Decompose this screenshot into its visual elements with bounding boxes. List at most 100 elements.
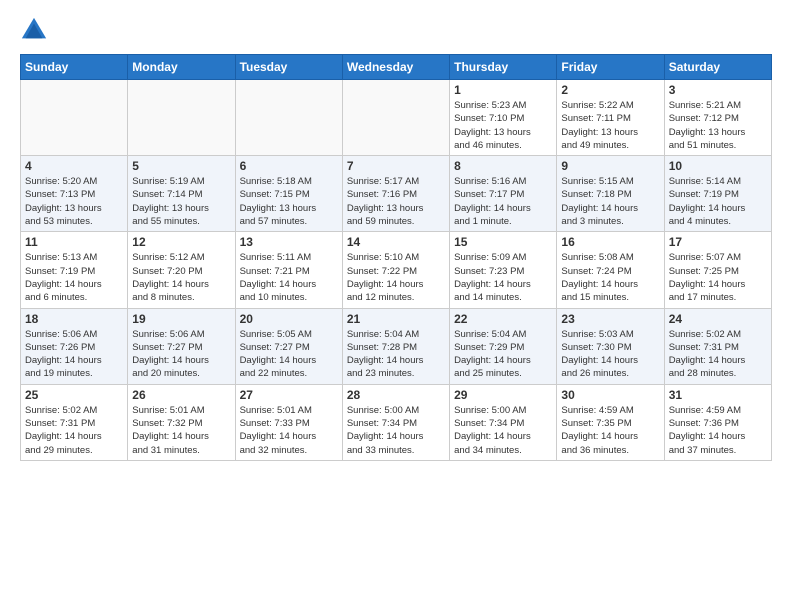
calendar-day-cell: 8Sunrise: 5:16 AMSunset: 7:17 PMDaylight…	[450, 156, 557, 232]
calendar: SundayMondayTuesdayWednesdayThursdayFrid…	[20, 54, 772, 461]
calendar-day-cell: 9 Sunrise: 5:15 AMSunset: 7:18 PMDaylight…	[557, 156, 664, 232]
day-info: Sunrise: 5:20 AMSunset: 7:13 PMDaylight:…	[25, 175, 123, 228]
day-of-week-header: Friday	[557, 55, 664, 80]
calendar-day-cell: 10 Sunrise: 5:14 AMSunset: 7:19 PMDayligh…	[664, 156, 771, 232]
day-number: 11	[25, 235, 123, 249]
calendar-day-cell: 5 Sunrise: 5:19 AMSunset: 7:14 PMDaylight…	[128, 156, 235, 232]
day-info: Sunrise: 5:06 AMSunset: 7:26 PMDaylight:…	[25, 328, 123, 381]
calendar-day-cell: 29 Sunrise: 5:00 AMSunset: 7:34 PMDayligh…	[450, 384, 557, 460]
day-info: Sunrise: 5:01 AMSunset: 7:33 PMDaylight:…	[240, 404, 338, 457]
day-number: 12	[132, 235, 230, 249]
day-info: Sunrise: 5:12 AMSunset: 7:20 PMDaylight:…	[132, 251, 230, 304]
day-info: Sunrise: 5:00 AMSunset: 7:34 PMDaylight:…	[454, 404, 552, 457]
calendar-day-cell: 7 Sunrise: 5:17 AMSunset: 7:16 PMDaylight…	[342, 156, 449, 232]
day-number: 30	[561, 388, 659, 402]
calendar-day-cell: 3 Sunrise: 5:21 AMSunset: 7:12 PMDaylight…	[664, 80, 771, 156]
day-number: 24	[669, 312, 767, 326]
calendar-day-cell: 24 Sunrise: 5:02 AMSunset: 7:31 PMDayligh…	[664, 308, 771, 384]
day-number: 3	[669, 83, 767, 97]
day-number: 10	[669, 159, 767, 173]
calendar-day-cell: 18 Sunrise: 5:06 AMSunset: 7:26 PMDayligh…	[21, 308, 128, 384]
calendar-week-row: 18 Sunrise: 5:06 AMSunset: 7:26 PMDayligh…	[21, 308, 772, 384]
calendar-day-cell	[235, 80, 342, 156]
calendar-day-cell: 22 Sunrise: 5:04 AMSunset: 7:29 PMDayligh…	[450, 308, 557, 384]
calendar-day-cell	[342, 80, 449, 156]
day-info: Sunrise: 5:01 AMSunset: 7:32 PMDaylight:…	[132, 404, 230, 457]
calendar-day-cell: 13 Sunrise: 5:11 AMSunset: 7:21 PMDayligh…	[235, 232, 342, 308]
day-of-week-header: Saturday	[664, 55, 771, 80]
day-number: 9	[561, 159, 659, 173]
day-number: 23	[561, 312, 659, 326]
day-of-week-header: Monday	[128, 55, 235, 80]
calendar-day-cell: 2 Sunrise: 5:22 AMSunset: 7:11 PMDaylight…	[557, 80, 664, 156]
day-info: Sunrise: 5:05 AMSunset: 7:27 PMDaylight:…	[240, 328, 338, 381]
day-number: 19	[132, 312, 230, 326]
day-number: 8	[454, 159, 552, 173]
day-number: 5	[132, 159, 230, 173]
day-number: 17	[669, 235, 767, 249]
calendar-day-cell: 30 Sunrise: 4:59 AMSunset: 7:35 PMDayligh…	[557, 384, 664, 460]
calendar-day-cell: 4Sunrise: 5:20 AMSunset: 7:13 PMDaylight…	[21, 156, 128, 232]
calendar-day-cell: 15 Sunrise: 5:09 AMSunset: 7:23 PMDayligh…	[450, 232, 557, 308]
day-info: Sunrise: 5:03 AMSunset: 7:30 PMDaylight:…	[561, 328, 659, 381]
day-info: Sunrise: 5:18 AMSunset: 7:15 PMDaylight:…	[240, 175, 338, 228]
day-number: 22	[454, 312, 552, 326]
day-info: Sunrise: 5:17 AMSunset: 7:16 PMDaylight:…	[347, 175, 445, 228]
day-info: Sunrise: 5:10 AMSunset: 7:22 PMDaylight:…	[347, 251, 445, 304]
day-info: Sunrise: 5:22 AMSunset: 7:11 PMDaylight:…	[561, 99, 659, 152]
day-number: 7	[347, 159, 445, 173]
calendar-day-cell: 23 Sunrise: 5:03 AMSunset: 7:30 PMDayligh…	[557, 308, 664, 384]
day-info: Sunrise: 5:06 AMSunset: 7:27 PMDaylight:…	[132, 328, 230, 381]
calendar-day-cell: 28 Sunrise: 5:00 AMSunset: 7:34 PMDayligh…	[342, 384, 449, 460]
calendar-day-cell: 21 Sunrise: 5:04 AMSunset: 7:28 PMDayligh…	[342, 308, 449, 384]
day-number: 14	[347, 235, 445, 249]
day-info: Sunrise: 5:09 AMSunset: 7:23 PMDaylight:…	[454, 251, 552, 304]
calendar-day-cell: 1 Sunrise: 5:23 AMSunset: 7:10 PMDaylight…	[450, 80, 557, 156]
day-number: 1	[454, 83, 552, 97]
day-of-week-header: Wednesday	[342, 55, 449, 80]
day-number: 21	[347, 312, 445, 326]
calendar-week-row: 25Sunrise: 5:02 AMSunset: 7:31 PMDayligh…	[21, 384, 772, 460]
calendar-day-cell: 12 Sunrise: 5:12 AMSunset: 7:20 PMDayligh…	[128, 232, 235, 308]
day-info: Sunrise: 5:07 AMSunset: 7:25 PMDaylight:…	[669, 251, 767, 304]
day-info: Sunrise: 5:23 AMSunset: 7:10 PMDaylight:…	[454, 99, 552, 152]
calendar-day-cell: 20 Sunrise: 5:05 AMSunset: 7:27 PMDayligh…	[235, 308, 342, 384]
calendar-day-cell	[128, 80, 235, 156]
day-number: 2	[561, 83, 659, 97]
calendar-day-cell: 31Sunrise: 4:59 AMSunset: 7:36 PMDayligh…	[664, 384, 771, 460]
day-number: 31	[669, 388, 767, 402]
calendar-day-cell: 16 Sunrise: 5:08 AMSunset: 7:24 PMDayligh…	[557, 232, 664, 308]
day-number: 18	[25, 312, 123, 326]
day-info: Sunrise: 5:19 AMSunset: 7:14 PMDaylight:…	[132, 175, 230, 228]
calendar-day-cell	[21, 80, 128, 156]
calendar-header-row: SundayMondayTuesdayWednesdayThursdayFrid…	[21, 55, 772, 80]
day-info: Sunrise: 5:21 AMSunset: 7:12 PMDaylight:…	[669, 99, 767, 152]
day-number: 15	[454, 235, 552, 249]
day-info: Sunrise: 5:02 AMSunset: 7:31 PMDaylight:…	[669, 328, 767, 381]
day-number: 27	[240, 388, 338, 402]
day-info: Sunrise: 5:04 AMSunset: 7:29 PMDaylight:…	[454, 328, 552, 381]
calendar-day-cell: 25Sunrise: 5:02 AMSunset: 7:31 PMDayligh…	[21, 384, 128, 460]
day-of-week-header: Tuesday	[235, 55, 342, 80]
day-info: Sunrise: 5:08 AMSunset: 7:24 PMDaylight:…	[561, 251, 659, 304]
day-info: Sunrise: 5:15 AMSunset: 7:18 PMDaylight:…	[561, 175, 659, 228]
day-number: 29	[454, 388, 552, 402]
calendar-week-row: 1 Sunrise: 5:23 AMSunset: 7:10 PMDaylight…	[21, 80, 772, 156]
day-number: 20	[240, 312, 338, 326]
calendar-day-cell: 17 Sunrise: 5:07 AMSunset: 7:25 PMDayligh…	[664, 232, 771, 308]
day-info: Sunrise: 5:00 AMSunset: 7:34 PMDaylight:…	[347, 404, 445, 457]
calendar-day-cell: 27 Sunrise: 5:01 AMSunset: 7:33 PMDayligh…	[235, 384, 342, 460]
day-number: 13	[240, 235, 338, 249]
day-info: Sunrise: 5:11 AMSunset: 7:21 PMDaylight:…	[240, 251, 338, 304]
calendar-day-cell: 6 Sunrise: 5:18 AMSunset: 7:15 PMDaylight…	[235, 156, 342, 232]
day-number: 16	[561, 235, 659, 249]
day-info: Sunrise: 5:14 AMSunset: 7:19 PMDaylight:…	[669, 175, 767, 228]
calendar-week-row: 11Sunrise: 5:13 AMSunset: 7:19 PMDayligh…	[21, 232, 772, 308]
day-number: 6	[240, 159, 338, 173]
day-info: Sunrise: 5:02 AMSunset: 7:31 PMDaylight:…	[25, 404, 123, 457]
day-info: Sunrise: 5:04 AMSunset: 7:28 PMDaylight:…	[347, 328, 445, 381]
day-number: 28	[347, 388, 445, 402]
calendar-day-cell: 26Sunrise: 5:01 AMSunset: 7:32 PMDayligh…	[128, 384, 235, 460]
day-of-week-header: Thursday	[450, 55, 557, 80]
day-info: Sunrise: 4:59 AMSunset: 7:35 PMDaylight:…	[561, 404, 659, 457]
